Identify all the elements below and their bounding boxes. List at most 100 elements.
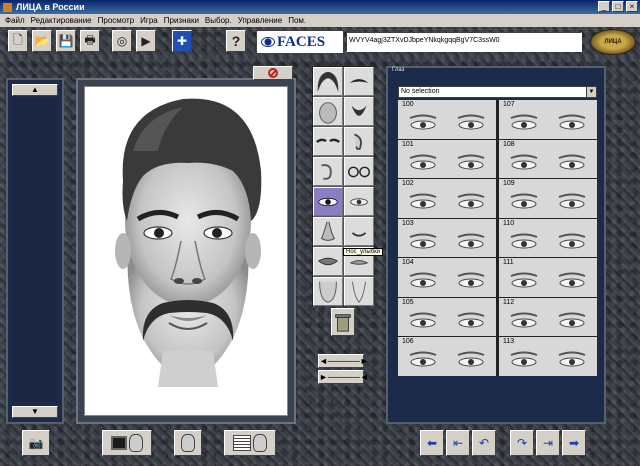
eye-variant-number: 112 [503,298,515,306]
nose-smile-icon [351,232,367,237]
feature-nose-smile[interactable] [344,217,374,246]
new-document-button[interactable]: 🗋 [8,30,28,52]
title-bar: ЛИЦА в России _ □ × [0,0,640,14]
feature-eye-alt[interactable] [344,187,374,216]
eye-variant-item[interactable]: 101 [398,139,496,178]
eye-pair-preview [510,114,586,130]
eye-variant-number: 111 [503,259,514,266]
delete-button[interactable] [253,66,293,80]
camera-button[interactable]: 📷 [22,430,50,456]
eye-variant-number: 101 [402,140,414,148]
redo-arrow-icon: ↷ [516,436,528,450]
open-folder-button[interactable]: 📂 [32,30,52,52]
stretch-horizontal-button[interactable]: ◄─────► [318,354,369,368]
feature-beard[interactable] [344,97,374,126]
eye-variant-item[interactable]: 112 [499,297,597,336]
document-view-button[interactable] [224,430,276,456]
floppy-disk-icon: 💾 [58,34,74,48]
feature-mouth[interactable] [313,247,343,276]
feature-mustache[interactable] [344,67,374,96]
mustache-icon [349,79,369,83]
undo-arrow-icon: ↶ [478,436,490,450]
eye-variant-item[interactable]: 110 [499,218,597,257]
eye-variant-item[interactable]: 102 [398,179,496,218]
eye-variant-item[interactable]: 111 [499,258,597,297]
menu-select[interactable]: Выбор. [202,16,235,25]
feature-eyes[interactable] [313,187,343,216]
menu-control[interactable]: Управление [235,16,285,25]
panel-caption: Глаз [392,67,405,73]
menu-features[interactable]: Признаки [161,16,202,25]
menu-help[interactable]: Пом. [285,16,309,25]
eye-pair-preview [409,312,485,327]
puzzle-button[interactable]: ✚ [172,30,192,52]
back-button[interactable]: ⬅ [420,430,444,456]
document-icon [233,435,251,451]
eye-pair-preview [510,193,586,209]
eye-variant-item[interactable]: 113 [499,337,597,376]
last-button[interactable]: ⇥ [536,430,560,456]
open-folder-icon: 📂 [34,34,50,48]
eye-pair-preview [510,272,586,288]
ears-icon [354,133,362,151]
eye-variant-item[interactable]: 108 [499,139,597,178]
undo-button[interactable]: ↶ [472,430,496,456]
composite-portrait[interactable] [84,86,288,416]
glasses-icon [348,166,370,178]
eye-variant-item[interactable]: 104 [398,258,496,297]
eye-variant-number: 102 [402,180,414,187]
eye-variant-item[interactable]: 109 [499,179,597,218]
menu-edit[interactable]: Редактирование [28,16,95,25]
eye-variant-item[interactable]: 103 [398,218,496,257]
save-button[interactable]: 💾 [56,30,76,52]
chevron-down-icon[interactable]: ▼ [586,87,596,97]
eye-pair-preview [510,233,586,248]
scroll-down-button[interactable]: ▼ [12,406,58,418]
play-button[interactable]: ▶ [136,30,156,52]
feature-hair[interactable] [313,67,343,96]
close-button[interactable]: × [626,1,638,12]
faces-logo: FACES [256,30,344,54]
minimize-button[interactable]: _ [598,1,610,12]
new-document-icon: 🗋 [13,32,23,47]
history-list[interactable] [12,98,58,402]
variant-selection-dropdown[interactable]: No selection ▼ [398,86,597,98]
menu-game[interactable]: Игра [137,16,161,25]
trash-button[interactable] [331,308,355,336]
menu-bar: Файл Редактирование Просмотр Игра Призна… [0,14,640,27]
feature-ears-alt[interactable] [313,157,343,186]
print-button[interactable]: 🖶 [80,30,100,52]
compress-horizontal-button[interactable]: ►─────◄ [318,370,369,384]
face-code-field[interactable]: WVYV4agj3ZTXvDJbpeYNkqkgqqBgV7C3ssW0 [346,32,582,52]
feature-neck[interactable] [344,277,374,306]
forward-button[interactable]: ➡ [562,430,586,456]
redo-button[interactable]: ↷ [510,430,534,456]
first-button[interactable]: ⇤ [446,430,470,456]
menu-file[interactable]: Файл [2,16,28,25]
eye-variant-item[interactable]: 106 [398,337,496,376]
eye-variant-number: 113 [503,338,515,345]
feature-head-shape[interactable] [313,97,343,126]
feature-eyebrows[interactable] [313,127,343,156]
scroll-up-button[interactable]: ▲ [12,84,58,96]
feature-ears[interactable] [344,127,374,156]
spiral-button[interactable]: ◎ [112,30,132,52]
face-id-icon [181,434,195,452]
face-id-button[interactable] [174,430,202,456]
eye-variant-item[interactable]: 100 [398,100,496,139]
head-shape-icon [319,102,337,124]
menu-view[interactable]: Просмотр [95,16,138,25]
feature-category-grid [312,66,374,306]
eye-variant-item[interactable]: 105 [398,297,496,336]
face-thumbnail-icon [129,434,143,452]
help-button[interactable]: ? [226,30,246,52]
feature-glasses[interactable] [344,157,374,186]
eye-variant-item[interactable]: 107 [499,100,597,139]
feature-chin[interactable] [313,277,343,306]
feature-nose[interactable] [313,217,343,246]
face-card-icon [253,434,267,452]
compare-monitor-button[interactable] [102,430,152,456]
eye-variant-number: 103 [402,219,414,227]
maximize-button[interactable]: □ [612,1,624,12]
brand-badge: ЛИЦА [590,29,636,55]
